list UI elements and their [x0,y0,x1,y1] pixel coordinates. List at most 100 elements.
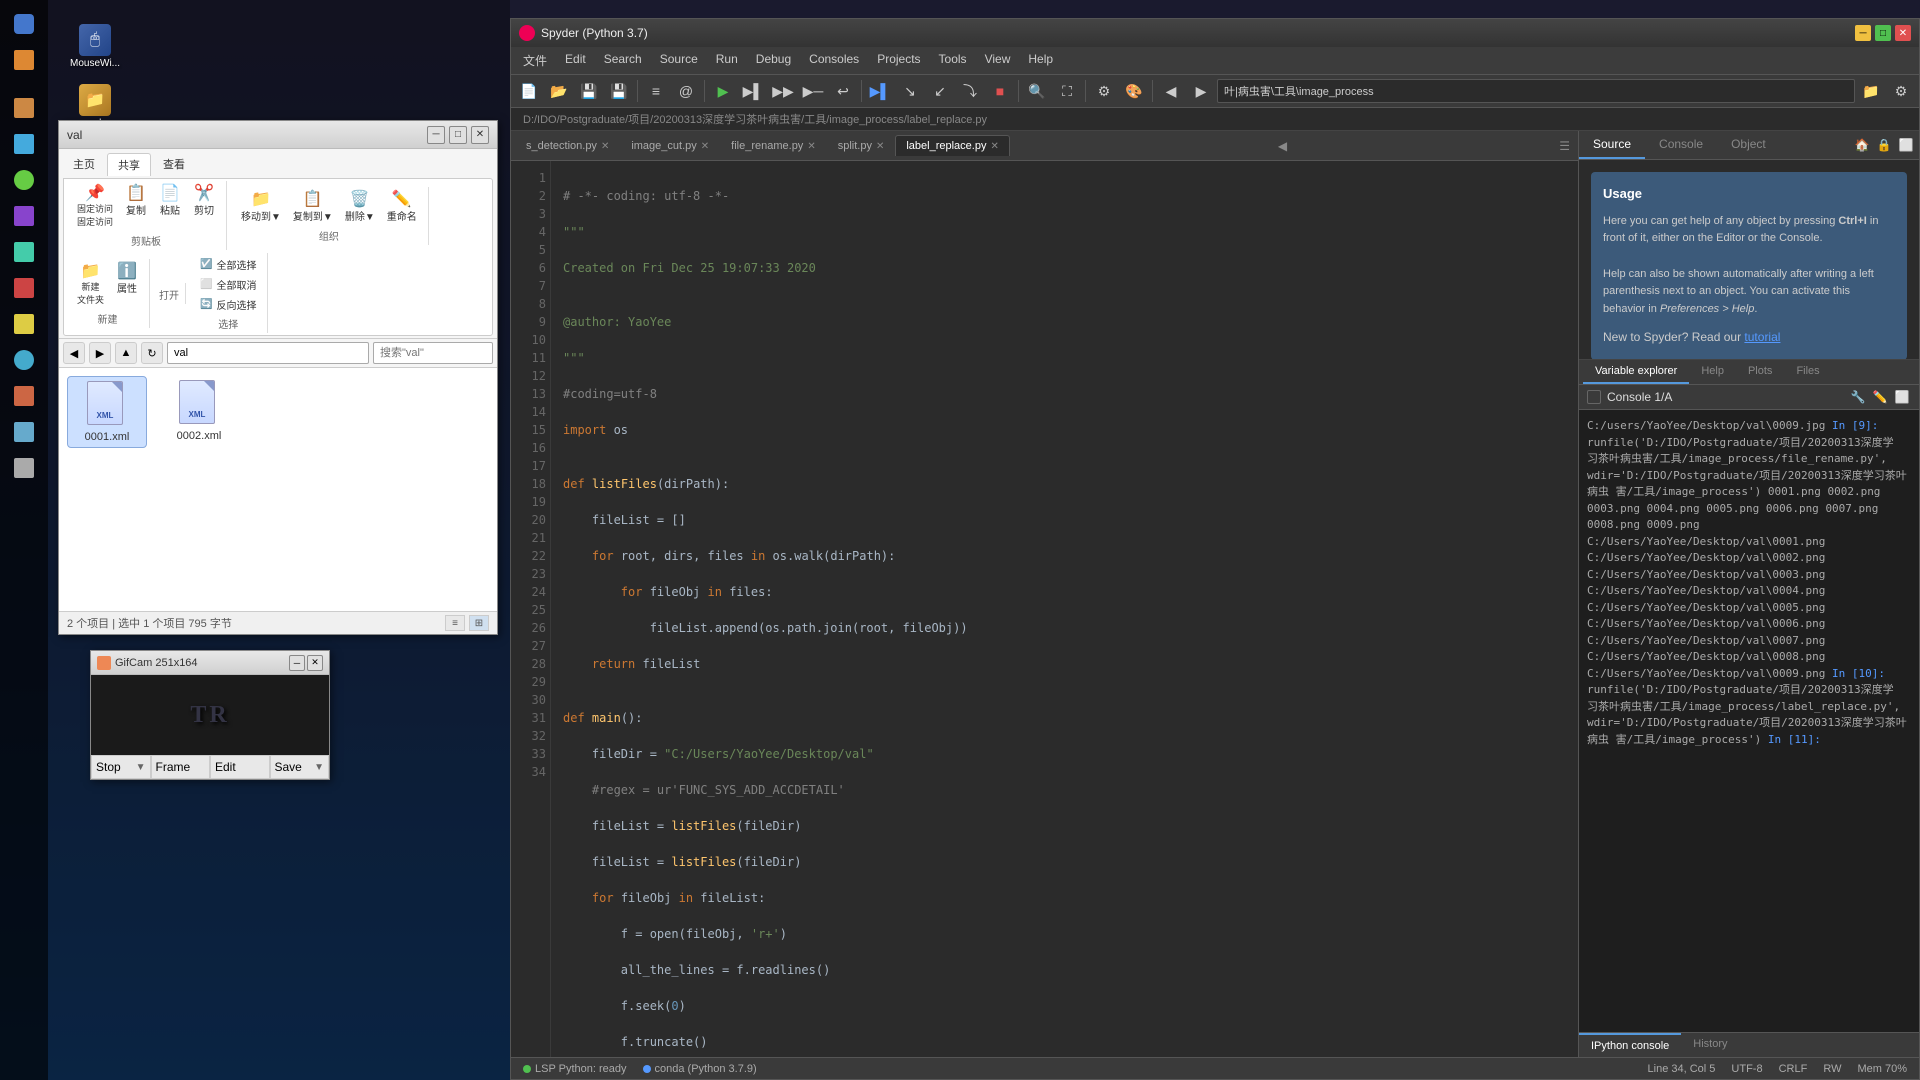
edit-button[interactable]: Edit [210,755,270,779]
debug-run-button[interactable]: ▶▌ [866,77,894,105]
menu-help[interactable]: Help [1020,49,1061,72]
pin-button[interactable]: 📌 固定访问固定访问 [72,183,118,231]
tab-split[interactable]: split.py ✕ [827,135,896,156]
taskbar-icon-10[interactable] [8,344,40,376]
gifcam-minimize-button[interactable]: ─ [289,655,305,671]
run-cell-button[interactable]: ▶▌ [739,77,767,105]
run-cell-advance-button[interactable]: ▶▶ [769,77,797,105]
panel-home-icon[interactable]: 🏠 [1853,136,1871,154]
path-input[interactable] [1217,79,1855,103]
menu-projects[interactable]: Projects [869,49,928,72]
save-button[interactable]: Save ▼ [270,755,330,779]
menu-source[interactable]: Source [652,49,706,72]
taskbar-icon-11[interactable] [8,380,40,412]
console-icon-2[interactable]: ✏️ [1871,388,1889,406]
select-all-button[interactable]: ☑️ 全部选择 [195,255,261,274]
expand-button[interactable]: ⛶ [1053,77,1081,105]
taskbar-icon-12[interactable] [8,416,40,448]
maximize-button[interactable]: □ [449,126,467,144]
minimize-button[interactable]: ─ [427,126,445,144]
menu-tools[interactable]: Tools [931,49,975,72]
taskbar-icon-6[interactable] [8,200,40,232]
list-view-button[interactable]: ≡ [445,615,465,631]
delete-button[interactable]: 🗑️ 删除▼ [340,189,380,226]
path-settings-button[interactable]: ⚙ [1887,77,1915,105]
taskbar-icon-9[interactable] [8,308,40,340]
frame-button[interactable]: Frame [151,755,211,779]
rp-tab-object[interactable]: Object [1717,131,1780,159]
taskbar-icon-7[interactable] [8,236,40,268]
menu-view[interactable]: View [977,49,1019,72]
tab-s-detection[interactable]: s_detection.py ✕ [515,135,620,156]
nav-back-button[interactable]: ◀ [1157,77,1185,105]
var-tab-explorer[interactable]: Variable explorer [1583,360,1689,384]
menu-run[interactable]: Run [708,49,746,72]
outline-button[interactable]: ≡ [642,77,670,105]
spyder-minimize-button[interactable]: ─ [1855,25,1871,41]
var-tab-files[interactable]: Files [1784,360,1831,384]
settings-button[interactable]: ⚙ [1090,77,1118,105]
file-item-0002[interactable]: XML 0002.xml [159,376,239,448]
save-all-button[interactable]: 💾 [605,77,633,105]
debug-step-button[interactable]: ↘ [896,77,924,105]
rp-tab-source[interactable]: Source [1579,131,1645,159]
tabs-menu-button[interactable]: ☰ [1555,135,1574,157]
new-folder-button[interactable]: 📁 新建文件夹 [72,261,109,309]
tab-label-replace[interactable]: label_replace.py ✕ [895,135,1010,156]
address-input[interactable] [167,342,369,364]
find-button[interactable]: 🔍 [1023,77,1051,105]
forward-button[interactable]: ▶ [89,342,111,364]
cb-tab-history[interactable]: History [1681,1033,1739,1057]
menu-search[interactable]: Search [596,49,650,72]
copy-to-button[interactable]: 📋 复制到▼ [288,189,338,226]
move-to-button[interactable]: 📁 移动到▼ [236,189,286,226]
theme-button[interactable]: 🎨 [1120,77,1148,105]
menu-consoles[interactable]: Consoles [801,49,867,72]
tabs-overflow-arrow[interactable]: ◀ [1274,135,1291,157]
var-tab-plots[interactable]: Plots [1736,360,1784,384]
open-file-button[interactable]: 📂 [545,77,573,105]
tab-close-label-replace[interactable]: ✕ [990,141,998,152]
taskbar-icon-4[interactable] [8,128,40,160]
find-replace-button[interactable]: @ [672,77,700,105]
file-item-0001[interactable]: XML 0001.xml [67,376,147,448]
properties-button[interactable]: ℹ️ 属性 [111,261,143,309]
rename-button[interactable]: ✏️ 重命名 [382,189,422,226]
desktop-item-mousewi[interactable]: 🖱 MouseWi... [60,20,130,73]
tab-close-split[interactable]: ✕ [876,141,884,152]
stop-button[interactable]: Stop ▼ [91,755,151,779]
run-button[interactable]: ▶ [709,77,737,105]
up-button[interactable]: ▲ [115,342,137,364]
spyder-close-button[interactable]: ✕ [1895,25,1911,41]
tab-home[interactable]: 主页 [63,153,105,176]
tab-close-s-detection[interactable]: ✕ [601,141,609,152]
taskbar-icon-8[interactable] [8,272,40,304]
tab-close-image-cut[interactable]: ✕ [701,141,709,152]
menu-file[interactable]: 文件 [515,49,555,72]
gifcam-close-button[interactable]: ✕ [307,655,323,671]
close-button[interactable]: ✕ [471,126,489,144]
menu-edit[interactable]: Edit [557,49,594,72]
cut-button[interactable]: ✂️ 剪切 [188,183,220,231]
deselect-all-button[interactable]: ⬜ 全部取消 [195,275,261,294]
back-button[interactable]: ◀ [63,342,85,364]
console-expand-icon[interactable] [1587,390,1601,404]
taskbar-icon-13[interactable] [8,452,40,484]
nav-forward-button[interactable]: ▶ [1187,77,1215,105]
rp-tab-console[interactable]: Console [1645,131,1717,159]
debug-step-into-button[interactable]: ↙ [926,77,954,105]
save-file-button[interactable]: 💾 [575,77,603,105]
console-icon-3[interactable]: ⬜ [1893,388,1911,406]
var-tab-help[interactable]: Help [1689,360,1736,384]
code-content[interactable]: # -*- coding: utf-8 -*- """ Created on F… [551,161,1578,1057]
paste-button[interactable]: 📄 粘贴 [154,183,186,231]
spyder-maximize-button[interactable]: □ [1875,25,1891,41]
panel-maximize-icon[interactable]: ⬜ [1897,136,1915,154]
re-run-button[interactable]: ↩ [829,77,857,105]
copy-button[interactable]: 📋 复制 [120,183,152,231]
tab-file-rename[interactable]: file_rename.py ✕ [720,135,827,156]
taskbar-icon-3[interactable] [8,92,40,124]
tab-close-file-rename[interactable]: ✕ [807,141,815,152]
icon-view-button[interactable]: ⊞ [469,615,489,631]
invert-select-button[interactable]: 🔄 反向选择 [195,295,261,314]
